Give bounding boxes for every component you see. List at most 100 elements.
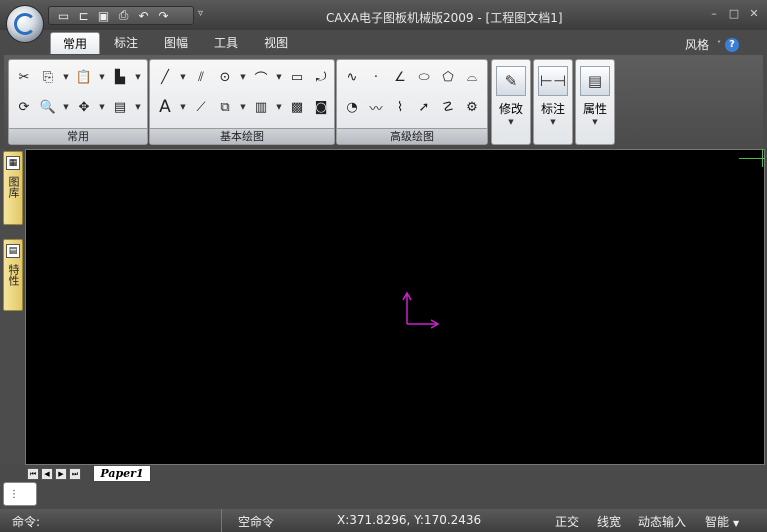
point-icon[interactable]: · <box>365 66 387 88</box>
modify-label: 修改 <box>498 102 523 116</box>
break-line-icon[interactable]: ⌇ <box>389 96 411 118</box>
ellipse-icon[interactable]: ⬭ <box>413 66 435 88</box>
left-panel-strip: ▦ 图库 ▤ 特性 <box>0 149 25 465</box>
zoom-icon[interactable]: 🔍 <box>37 96 59 118</box>
chevron-down-icon[interactable]: ▼ <box>178 96 188 118</box>
cut-icon[interactable]: ✂ <box>13 66 35 88</box>
pan-icon[interactable]: ✥ <box>73 96 95 118</box>
side-tab-library[interactable]: ▦ 图库 <box>3 151 23 225</box>
chevron-down-icon: ▼ <box>733 519 740 528</box>
quick-access-toolbar: ▭ ⊏ ▣ ⎙ ↶ ↷ <box>48 6 194 25</box>
tab-annotate[interactable]: 标注 <box>102 32 150 54</box>
curve-icon[interactable]: ☡ <box>437 96 459 118</box>
first-sheet-icon[interactable]: ⏮ <box>27 468 39 480</box>
open-file-icon[interactable]: ⊏ <box>75 8 92 23</box>
redo-icon[interactable]: ↷ <box>155 8 172 23</box>
undo-icon[interactable]: ↶ <box>135 8 152 23</box>
properties-panel-icon: ▤ <box>6 244 20 258</box>
style-selector[interactable]: 风格 ˅ ? <box>685 36 739 53</box>
status-bar: 命令: 空命令 X:371.8296, Y:170.2436 正交 线宽 动态输… <box>0 509 767 532</box>
coordinate-axes <box>402 291 440 329</box>
maximize-icon[interactable]: □ <box>725 6 743 22</box>
coordinate-readout: X:371.8296, Y:170.2436 <box>337 513 482 527</box>
new-file-icon[interactable]: ▭ <box>55 8 72 23</box>
hatch-tool-icon[interactable]: ▥ <box>250 96 272 118</box>
chevron-down-icon[interactable]: ▼ <box>61 66 71 88</box>
chevron-down-icon[interactable]: ▼ <box>238 66 248 88</box>
prev-sheet-icon[interactable]: ◀ <box>41 468 53 480</box>
refresh-icon[interactable]: ⟳ <box>13 96 35 118</box>
app-menu-button[interactable] <box>6 5 44 43</box>
print-icon[interactable]: ⎙ <box>115 8 132 23</box>
style-label: 风格 <box>684 38 709 52</box>
text-icon[interactable]: A <box>154 96 176 118</box>
sheet-tab-paper1[interactable]: Paper1 <box>93 466 151 482</box>
bar-chart-icon[interactable]: ▙ <box>109 66 131 88</box>
app-logo-icon <box>14 13 36 35</box>
chevron-down-icon[interactable]: ▼ <box>274 96 284 118</box>
annotate-label: 标注 <box>540 102 565 116</box>
qat-customize-icon[interactable]: ▿ <box>198 8 203 19</box>
fill-icon[interactable]: ◙ <box>310 96 332 118</box>
circle-icon[interactable]: ⊙ <box>214 66 236 88</box>
group-common: ✂ ⎘ ▼ 📋 ▼ ▙ ▼ ⟳ 🔍 ▼ ✥ ▼ ▤ ▼ 常用 <box>8 59 148 145</box>
chevron-down-icon[interactable]: ▼ <box>97 96 107 118</box>
arrow-icon[interactable]: ➚ <box>413 96 435 118</box>
tab-sheet[interactable]: 图幅 <box>152 32 200 54</box>
tab-common[interactable]: 常用 <box>50 32 101 54</box>
save-icon[interactable]: ▣ <box>95 8 112 23</box>
snap-mode-select[interactable]: 智能 ▼ <box>705 513 739 530</box>
modify-button[interactable]: ✎ 修改 ▼ <box>491 59 531 145</box>
contour-icon[interactable]: ⌓ <box>461 66 483 88</box>
chevron-down-icon[interactable]: ▼ <box>178 66 188 88</box>
properties-button[interactable]: ▤ 属性 ▼ <box>575 59 615 145</box>
command-input[interactable]: 命令: <box>0 509 222 532</box>
close-icon[interactable]: ✕ <box>745 6 763 22</box>
tab-tools[interactable]: 工具 <box>202 32 250 54</box>
grip-icon: ⋮ <box>9 489 19 500</box>
hatch-icon[interactable]: ▩ <box>286 96 308 118</box>
command-panel[interactable]: ⋮ <box>3 482 37 506</box>
pie-icon[interactable]: ◔ <box>341 96 363 118</box>
chevron-down-icon[interactable]: ▼ <box>274 66 284 88</box>
chevron-down-icon: ▼ <box>550 118 556 126</box>
gear-profile-icon[interactable]: ⚙ <box>461 96 483 118</box>
lineweight-toggle[interactable]: 线宽 <box>597 513 621 530</box>
line-icon[interactable]: ╱ <box>154 66 176 88</box>
chevron-down-icon: ˅ <box>717 40 721 49</box>
properties-icon: ▤ <box>580 66 610 96</box>
spline-icon[interactable]: ∿ <box>341 66 363 88</box>
drawing-canvas[interactable] <box>25 149 765 465</box>
ribbon-tabs: 常用 标注 图幅 工具 视图 <box>50 32 300 54</box>
chevron-down-icon[interactable]: ▼ <box>238 96 248 118</box>
chevron-down-icon[interactable]: ▼ <box>61 96 71 118</box>
polyline-icon[interactable]: ⤾ <box>310 66 332 88</box>
wave-icon[interactable]: 〰 <box>365 96 387 118</box>
offset-icon[interactable]: ⧉ <box>214 96 236 118</box>
layer-icon[interactable]: ▤ <box>109 96 131 118</box>
chevron-down-icon: ▼ <box>508 118 514 126</box>
minimize-icon[interactable]: – <box>705 6 723 22</box>
polygon-icon[interactable]: ⬠ <box>437 66 459 88</box>
last-sheet-icon[interactable]: ⏭ <box>69 468 81 480</box>
group-advanced-draw: ∿ · ∠ ⬭ ⬠ ⌓ ◔ 〰 ⌇ ➚ ☡ ⚙ 高级绘图 <box>336 59 488 145</box>
help-icon[interactable]: ? <box>725 37 739 52</box>
annotate-button[interactable]: ⊢⊣ 标注 ▼ <box>533 59 573 145</box>
next-sheet-icon[interactable]: ▶ <box>55 468 67 480</box>
dynamic-input-toggle[interactable]: 动态输入 <box>638 513 686 530</box>
command-state: 空命令 <box>238 515 275 529</box>
chevron-down-icon[interactable]: ▼ <box>133 66 143 88</box>
rectangle-icon[interactable]: ▭ <box>286 66 308 88</box>
window-title: CAXA电子图板机械版2009 - [工程图文档1] <box>326 11 563 25</box>
paste-icon[interactable]: 📋 <box>73 66 95 88</box>
copy-icon[interactable]: ⎘ <box>37 66 59 88</box>
chevron-down-icon[interactable]: ▼ <box>97 66 107 88</box>
side-tab-properties[interactable]: ▤ 特性 <box>3 239 23 311</box>
ortho-toggle[interactable]: 正交 <box>555 513 579 530</box>
parallel-line-icon[interactable]: ⫽ <box>190 66 212 88</box>
angle-line-icon[interactable]: ∠ <box>389 66 411 88</box>
arc-icon[interactable]: ⌒ <box>250 66 272 88</box>
tab-view[interactable]: 视图 <box>252 32 300 54</box>
centerline-icon[interactable]: ⟋ <box>190 96 212 118</box>
chevron-down-icon[interactable]: ▼ <box>133 96 143 118</box>
